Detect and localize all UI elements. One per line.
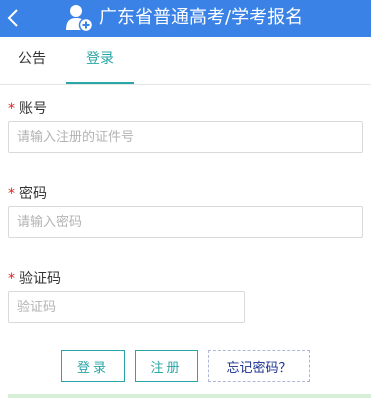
account-label: * 账号 — [8, 101, 47, 117]
password-input[interactable] — [8, 206, 363, 238]
forgot-password-button[interactable]: 忘记密码？ — [208, 350, 310, 382]
tab-announcement[interactable]: 公告 — [0, 37, 64, 84]
login-button[interactable]: 登录 — [61, 350, 125, 382]
account-input[interactable] — [8, 121, 363, 153]
required-mark: * — [8, 186, 15, 202]
bottom-divider — [8, 394, 371, 398]
page-title: 广东省普通高考/学考报名 — [99, 7, 304, 28]
app-header: 广东省普通高考/学考报名 — [0, 0, 371, 37]
tab-bar: 公告 登录 — [0, 37, 371, 85]
required-mark: * — [8, 271, 15, 287]
back-button[interactable] — [4, 5, 22, 31]
password-label: * 密码 — [8, 186, 47, 202]
required-mark: * — [8, 101, 15, 117]
captcha-label: * 验证码 — [8, 271, 61, 287]
tab-login[interactable]: 登录 — [66, 37, 134, 84]
chevron-left-icon — [7, 9, 18, 27]
register-button[interactable]: 注册 — [135, 350, 198, 382]
user-add-icon — [66, 5, 93, 32]
captcha-input[interactable] — [8, 291, 245, 323]
